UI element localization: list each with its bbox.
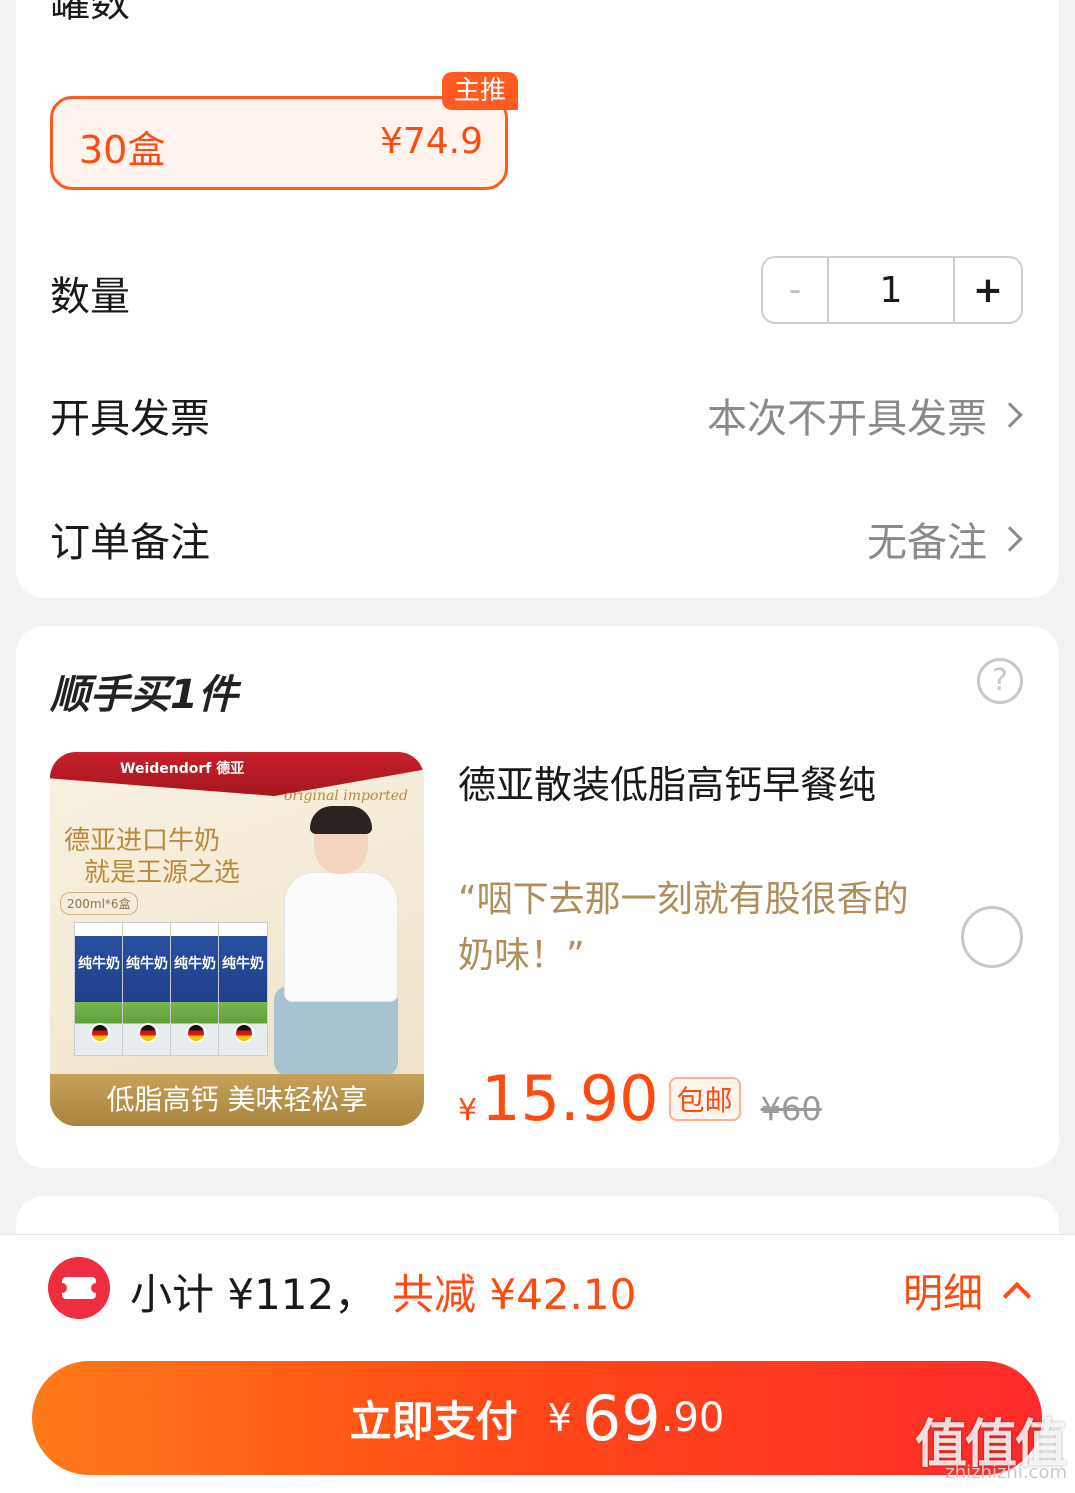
original-imported-text: original imported <box>283 788 408 804</box>
pay-amount-int: 69 <box>581 1381 661 1455</box>
milk-box: 纯牛奶 <box>170 922 220 1056</box>
remark-value: 无备注 <box>867 520 987 566</box>
option-price: ¥74.9 <box>379 121 483 162</box>
question-circle-icon[interactable]: ? <box>977 658 1023 704</box>
watermark-url: zhizhizhi.com <box>945 1462 1067 1483</box>
milk-box: 纯牛奶 <box>74 922 124 1056</box>
remark-selector[interactable]: 无备注 <box>867 510 1025 568</box>
discount-text: 共减 ¥42.10 <box>392 1270 637 1319</box>
addon-card: 顺手买1件 ? Weidendorf 德亚 original imported … <box>16 626 1059 1168</box>
slogan-line2: 就是王源之选 <box>84 858 241 888</box>
increment-button[interactable]: + <box>955 258 1021 322</box>
addon-select-radio[interactable] <box>961 906 1023 968</box>
invoice-selector[interactable]: 本次不开具发票 <box>707 386 1025 444</box>
coupon-ticket-icon <box>48 1257 110 1319</box>
pay-amount-dec: .90 <box>660 1395 725 1441</box>
spec-badge: 200ml*6盒 <box>60 892 138 915</box>
pay-now-button[interactable]: 立即支付 ¥ 69 .90 <box>32 1361 1042 1475</box>
pay-currency: ¥ <box>547 1396 572 1440</box>
chevron-right-icon <box>997 402 1023 428</box>
detail-toggle[interactable]: 明细 <box>903 1261 1032 1319</box>
image-caption: 低脂高钙 美味轻松享 <box>50 1074 424 1126</box>
invoice-value: 本次不开具发票 <box>707 396 987 442</box>
decrement-button[interactable]: - <box>763 258 829 322</box>
option-qty: 30盒 <box>79 128 166 172</box>
order-options-card: 罐数 30盒 ¥74.9 主推 数量 - 1 + 开具发票 本次不开具发票 订单… <box>16 0 1059 598</box>
quantity-value[interactable]: 1 <box>829 258 955 322</box>
detail-label: 明细 <box>903 1271 983 1317</box>
remark-label: 订单备注 <box>50 520 210 566</box>
can-count-label: 罐数 <box>50 0 130 26</box>
subtotal-text: 小计 ¥112， <box>130 1270 377 1319</box>
product-price: 15.90 <box>481 1062 659 1135</box>
chevron-right-icon <box>997 526 1023 552</box>
milk-box: 纯牛奶 <box>122 922 172 1056</box>
milk-box: 纯牛奶 <box>218 922 268 1056</box>
checkout-bar: 小计 ¥112， 共减 ¥42.10 明细 立即支付 ¥ 69 .90 <box>0 1234 1075 1493</box>
invoice-label: 开具发票 <box>50 396 210 442</box>
quantity-label: 数量 <box>50 274 130 320</box>
product-quote: “咽下去那一刻就有股很香的奶味！” <box>458 879 909 976</box>
product-image[interactable]: Weidendorf 德亚 original imported 德亚进口牛奶 就… <box>50 752 424 1126</box>
free-shipping-badge: 包邮 <box>668 1077 741 1121</box>
spokesperson-figure <box>274 806 404 1080</box>
quantity-stepper: - 1 + <box>761 256 1023 324</box>
price-currency: ¥ <box>458 1093 478 1128</box>
chevron-up-icon <box>1002 1281 1032 1311</box>
product-name[interactable]: 德亚散装低脂高钙早餐纯 <box>458 754 876 809</box>
product-price-row: ¥ 15.90 包邮 ¥60 <box>458 1062 822 1135</box>
addon-title: 顺手买1件 <box>50 672 238 718</box>
recommended-tag: 主推 <box>442 72 519 110</box>
pay-label: 立即支付 <box>349 1396 518 1446</box>
brand-logo: Weidendorf 德亚 <box>120 761 245 777</box>
original-price: ¥60 <box>760 1090 822 1128</box>
option-30-boxes[interactable]: 30盒 ¥74.9 <box>50 96 508 190</box>
